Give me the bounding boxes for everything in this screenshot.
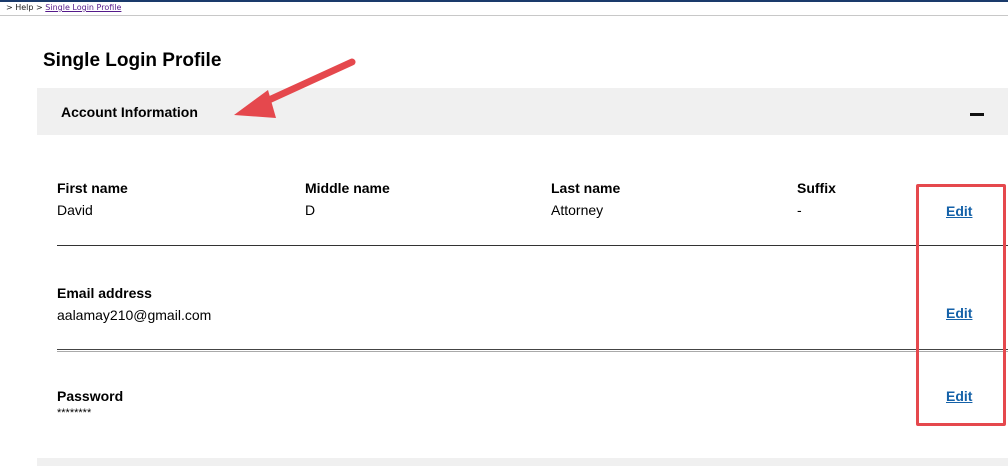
annotation-arrow-icon bbox=[234, 58, 356, 118]
